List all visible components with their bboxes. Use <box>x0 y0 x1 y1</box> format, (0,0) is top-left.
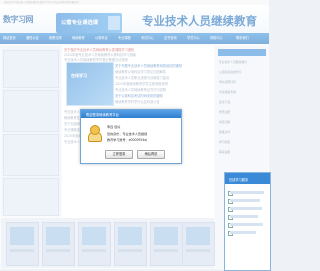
side-popup-header[interactable]: 在线学习服务 <box>225 173 270 184</box>
side-popup-row <box>230 215 258 218</box>
side-popup-row <box>230 199 260 202</box>
side-popup-row <box>230 231 256 234</box>
side-popup-title: 在线学习服务 <box>229 177 249 182</box>
side-popup-row <box>230 191 264 194</box>
close-icon[interactable]: × <box>86 112 179 117</box>
cancel-button[interactable]: 稍后再说 <box>137 150 165 159</box>
confirm-button[interactable]: 立即登录 <box>105 150 133 159</box>
side-popup-row <box>230 223 263 226</box>
avatar-head <box>90 125 100 135</box>
user-avatar-icon <box>87 125 102 142</box>
login-dialog: 欢迎登录继续教育平台 × 李四 您好 您的身份：专业技术人员继续 教育学习账号：… <box>80 109 182 164</box>
side-popup-row <box>230 207 262 210</box>
side-service-popup: 在线学习服务 <box>224 172 271 271</box>
dialog-line-2: 教育学习账号：e0000954ej <box>107 138 148 142</box>
dialog-line-1: 您的身份：专业技术人员继续 <box>107 132 148 136</box>
dialog-greeting: 李四 您好 <box>107 125 121 129</box>
dialog-titlebar: 欢迎登录继续教育平台 × <box>81 110 181 118</box>
